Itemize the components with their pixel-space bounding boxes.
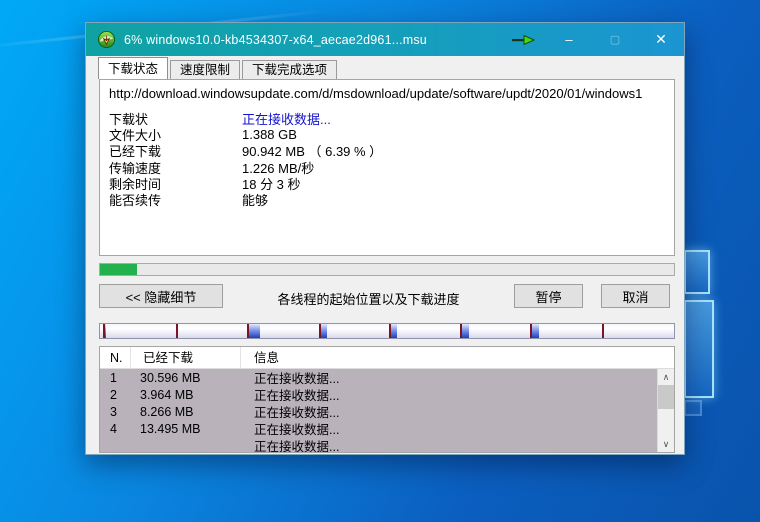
scrollbar-thumb[interactable] <box>658 385 674 409</box>
overall-progress-bar <box>99 263 675 276</box>
threads-table: N. 已经下载 信息 130.596 MB正在接收数据...23.964 MB正… <box>99 346 675 453</box>
thread-start-tick <box>319 324 321 338</box>
field-value: 1.388 GB <box>242 127 297 142</box>
cell-downloaded: 30.596 MB <box>131 371 241 385</box>
table-row[interactable]: 38.266 MB正在接收数据... <box>100 403 657 420</box>
tray-arrow-icon <box>511 34 535 46</box>
close-button[interactable]: ✕ <box>638 23 684 56</box>
windows-logo-pane <box>684 300 714 398</box>
download-status-panel: http://download.windowsupdate.com/d/msdo… <box>99 79 675 256</box>
header-size: 已经下载 <box>131 347 241 368</box>
thread-start-tick <box>602 324 604 338</box>
cell-downloaded: 13.495 MB <box>131 422 241 436</box>
minimize-button[interactable]: – <box>546 23 592 56</box>
table-scrollbar[interactable]: ∧ ∨ <box>657 369 674 452</box>
window-controls: – ▢ ✕ <box>500 23 684 56</box>
title-bar[interactable]: 6% windows10.0-kb4534307-x64_aecae2d961.… <box>86 23 684 56</box>
table-row[interactable]: 23.964 MB正在接收数据... <box>100 386 657 403</box>
thread-start-tick <box>176 324 178 338</box>
thread-start-tick <box>389 324 391 338</box>
table-row[interactable]: 413.495 MB正在接收数据... <box>100 420 657 437</box>
thread-start-tick <box>460 324 462 338</box>
windows-logo-pane <box>684 250 710 294</box>
cell-downloaded: 3.964 MB <box>131 388 241 402</box>
status-field-row: 剩余时间18 分 3 秒 <box>100 175 674 191</box>
download-url: http://download.windowsupdate.com/d/msdo… <box>109 86 665 101</box>
cell-n: 4 <box>100 422 131 436</box>
scroll-down-icon[interactable]: ∨ <box>658 436 674 452</box>
status-field-row: 能否续传能够 <box>100 191 674 207</box>
thread-bar <box>99 323 675 339</box>
window-title: 6% windows10.0-kb4534307-x64_aecae2d961.… <box>124 33 500 47</box>
thread-start-tick <box>247 324 249 338</box>
progress-fill <box>100 264 137 275</box>
idm-app-icon <box>97 30 116 49</box>
hide-details-button[interactable]: << 隐藏细节 <box>99 284 223 308</box>
thread-start-tick <box>530 324 532 338</box>
status-field-row: 文件大小1.388 GB <box>100 126 674 142</box>
header-n: N. <box>100 347 131 368</box>
cell-n: 1 <box>100 371 131 385</box>
threads-caption: 各线程的起始位置以及下载进度 <box>261 289 476 308</box>
field-value: 正在接收数据... <box>242 109 331 128</box>
header-info: 信息 <box>241 347 674 368</box>
maximize-button[interactable]: ▢ <box>592 23 638 56</box>
cell-n: 2 <box>100 388 131 402</box>
minimize-to-tray-button[interactable] <box>500 23 546 56</box>
tab-strip: 下载状态速度限制下载完成选项 <box>98 58 339 79</box>
table-row[interactable]: 正在接收数据... <box>100 437 657 452</box>
status-field-row: 已经下载90.942 MB （ 6.39 % ） <box>100 143 674 159</box>
cancel-button[interactable]: 取消 <box>601 284 670 308</box>
pause-button[interactable]: 暂停 <box>514 284 583 308</box>
cell-info: 正在接收数据... <box>241 436 657 452</box>
table-header: N. 已经下载 信息 <box>100 347 674 369</box>
status-fields: 下载状正在接收数据...文件大小1.388 GB已经下载90.942 MB （ … <box>100 110 674 208</box>
status-field-row: 下载状正在接收数据... <box>100 110 674 126</box>
field-label: 能否续传 <box>109 190 242 209</box>
field-value: 能够 <box>242 190 268 209</box>
status-field-row: 传输速度1.226 MB/秒 <box>100 159 674 175</box>
cell-downloaded: 8.266 MB <box>131 405 241 419</box>
thread-start-tick <box>103 324 105 338</box>
table-body: 130.596 MB正在接收数据...23.964 MB正在接收数据...38.… <box>100 369 657 452</box>
windows-logo-pane <box>684 400 702 416</box>
tab[interactable]: 下载完成选项 <box>242 60 337 79</box>
scroll-up-icon[interactable]: ∧ <box>658 369 674 385</box>
table-row[interactable]: 130.596 MB正在接收数据... <box>100 369 657 386</box>
windows-logo-wallpaper <box>682 248 722 418</box>
tab[interactable]: 速度限制 <box>170 60 240 79</box>
idm-download-dialog: 6% windows10.0-kb4534307-x64_aecae2d961.… <box>85 22 685 455</box>
tab[interactable]: 下载状态 <box>98 57 168 79</box>
cell-n: 3 <box>100 405 131 419</box>
